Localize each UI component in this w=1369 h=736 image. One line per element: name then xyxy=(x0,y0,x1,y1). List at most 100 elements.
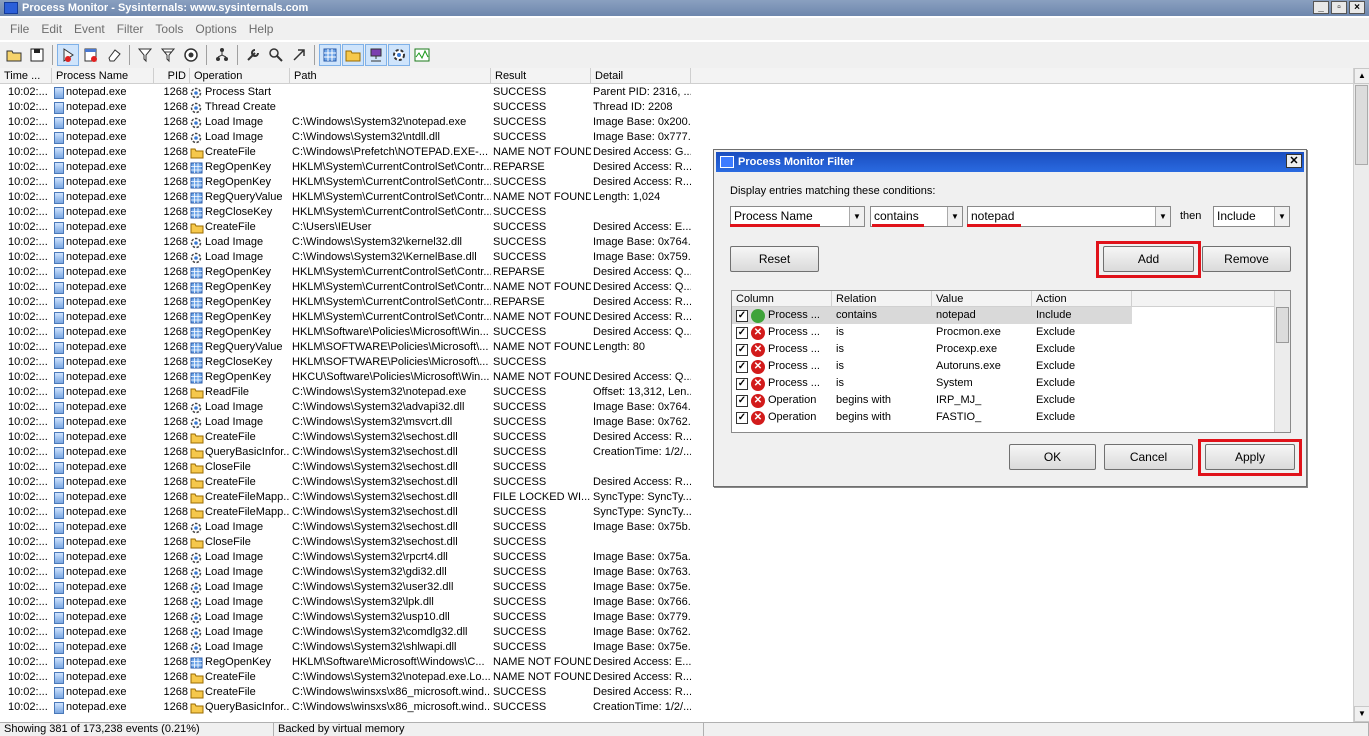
process-activity-icon xyxy=(190,237,204,249)
action-select[interactable]: Include ▼ xyxy=(1213,206,1290,227)
rule-enabled-checkbox[interactable]: ✓ xyxy=(736,309,748,322)
network-activity-icon[interactable] xyxy=(365,44,387,66)
close-icon[interactable]: ✕ xyxy=(1286,154,1302,168)
open-icon[interactable] xyxy=(3,44,25,66)
rule-enabled-checkbox[interactable]: ✓ xyxy=(736,394,748,407)
rule-enabled-checkbox[interactable]: ✓ xyxy=(736,343,748,356)
event-time: 10:02:... xyxy=(8,611,48,623)
autoscroll-icon[interactable] xyxy=(80,44,102,66)
profiling-activity-icon[interactable] xyxy=(411,44,433,66)
close-window-button[interactable]: × xyxy=(1349,1,1365,14)
event-row[interactable]: 10:02:... notepad.exe 1268 Load Image C:\Win… xyxy=(0,580,1353,595)
process-icon xyxy=(54,101,64,114)
filter-rule-row[interactable]: ✓ ✕ Process ... is Procmon.exe Exclude xyxy=(732,324,1290,341)
column-header-process-name[interactable]: Process Name xyxy=(52,68,154,83)
filter-rule-row[interactable]: ✓ Process ... contains notepad Include xyxy=(732,307,1132,324)
column-header-detail[interactable]: Detail xyxy=(591,68,691,83)
save-icon[interactable] xyxy=(26,44,48,66)
rules-header-relation[interactable]: Relation xyxy=(832,291,932,306)
reset-button[interactable]: Reset xyxy=(730,246,819,272)
event-row[interactable]: 10:02:... notepad.exe 1268 Load Image C:\Win… xyxy=(0,565,1353,580)
scroll-down-arrow-icon[interactable]: ▼ xyxy=(1354,706,1369,722)
restore-button[interactable]: ▫ xyxy=(1331,1,1347,14)
scroll-thumb[interactable] xyxy=(1355,85,1368,165)
include-process-icon[interactable] xyxy=(180,44,202,66)
event-row[interactable]: 10:02:... notepad.exe 1268 RegOpenKey HKLM\S… xyxy=(0,655,1353,670)
process-activity-icon[interactable] xyxy=(388,44,410,66)
status-empty-pane xyxy=(704,723,1369,736)
event-process-name: notepad.exe xyxy=(66,386,127,398)
filter-rule-row[interactable]: ✓ ✕ Process ... is Autoruns.exe Exclude xyxy=(732,358,1290,375)
event-row[interactable]: 10:02:... notepad.exe 1268 Load Image C:\Win… xyxy=(0,520,1353,535)
event-operation-label: CreateFileMapp... xyxy=(205,491,290,503)
event-row[interactable]: 10:02:... notepad.exe 1268 CreateFile C:\Win… xyxy=(0,685,1353,700)
filter-rule-row[interactable]: ✓ ✕ Operation begins with FASTIO_ Exclude xyxy=(732,409,1290,426)
filter-rule-row[interactable]: ✓ ✕ Operation begins with IRP_MJ_ Exclude xyxy=(732,392,1290,409)
menu-file[interactable]: File xyxy=(4,22,35,36)
filter-rule-row[interactable]: ✓ ✕ Process ... is System Exclude xyxy=(732,375,1290,392)
event-row[interactable]: 10:02:... notepad.exe 1268 Load Image C:\Win… xyxy=(0,550,1353,565)
event-process-name: notepad.exe xyxy=(66,311,127,323)
menu-edit[interactable]: Edit xyxy=(35,22,68,36)
add-button[interactable]: Add xyxy=(1103,246,1194,272)
column-header-result[interactable]: Result xyxy=(491,68,591,83)
event-operation: Load Image xyxy=(190,115,290,130)
scroll-up-arrow-icon[interactable]: ▲ xyxy=(1354,68,1369,84)
rules-header-value[interactable]: Value xyxy=(932,291,1032,306)
event-row[interactable]: 10:02:... notepad.exe 1268 Load Image C:\Win… xyxy=(0,610,1353,625)
column-header-pid[interactable]: PID xyxy=(154,68,190,83)
process-icon xyxy=(54,251,64,264)
properties-icon[interactable] xyxy=(242,44,264,66)
menu-tools[interactable]: Tools xyxy=(149,22,189,36)
highlight-icon[interactable] xyxy=(157,44,179,66)
menu-event[interactable]: Event xyxy=(68,22,111,36)
filter-rules-scrollbar[interactable] xyxy=(1274,291,1290,432)
rule-enabled-checkbox[interactable]: ✓ xyxy=(736,360,748,373)
filter-dialog-title-bar: Process Monitor Filter ✕ xyxy=(716,152,1304,172)
event-row[interactable]: 10:02:... notepad.exe 1268 Load Image C:\Win… xyxy=(0,640,1353,655)
event-process-name: notepad.exe xyxy=(66,536,127,548)
filter-icon[interactable] xyxy=(134,44,156,66)
event-list-scrollbar[interactable]: ▲ ▼ xyxy=(1353,68,1369,722)
rule-enabled-checkbox[interactable]: ✓ xyxy=(736,377,748,390)
event-row[interactable]: 10:02:... notepad.exe 1268 Thread Create SUC… xyxy=(0,100,1353,115)
remove-button[interactable]: Remove xyxy=(1202,246,1291,272)
scroll-thumb[interactable] xyxy=(1276,307,1289,343)
menu-help[interactable]: Help xyxy=(243,22,280,36)
file-activity-icon[interactable] xyxy=(342,44,364,66)
event-row[interactable]: 10:02:... notepad.exe 1268 Load Image C:\Win… xyxy=(0,595,1353,610)
column-header-path[interactable]: Path xyxy=(290,68,491,83)
event-row[interactable]: 10:02:... notepad.exe 1268 QueryBasicInfor.… xyxy=(0,700,1353,715)
column-header-time[interactable]: Time ... xyxy=(0,68,52,83)
event-row[interactable]: 10:02:... notepad.exe 1268 Load Image C:\Win… xyxy=(0,625,1353,640)
process-icon xyxy=(54,626,64,639)
clear-icon[interactable] xyxy=(103,44,125,66)
cancel-button[interactable]: Cancel xyxy=(1104,444,1193,470)
event-row[interactable]: 10:02:... notepad.exe 1268 Load Image C:\Win… xyxy=(0,115,1353,130)
rule-enabled-checkbox[interactable]: ✓ xyxy=(736,411,748,424)
ok-button[interactable]: OK xyxy=(1009,444,1096,470)
event-row[interactable]: 10:02:... notepad.exe 1268 Process Start SUC… xyxy=(0,85,1353,100)
rule-action: Exclude xyxy=(1036,343,1076,355)
event-row[interactable]: 10:02:... notepad.exe 1268 Load Image C:\Win… xyxy=(0,130,1353,145)
jump-icon[interactable] xyxy=(288,44,310,66)
apply-button[interactable]: Apply xyxy=(1205,444,1295,470)
event-row[interactable]: 10:02:... notepad.exe 1268 CreateFile C:\Win… xyxy=(0,670,1353,685)
menu-options[interactable]: Options xyxy=(189,22,242,36)
event-row[interactable]: 10:02:... notepad.exe 1268 CloseFile C:\Wind… xyxy=(0,535,1353,550)
registry-activity-icon[interactable] xyxy=(319,44,341,66)
process-tree-icon[interactable] xyxy=(211,44,233,66)
filter-rules-list[interactable]: Column Relation Value Action ✓ Process ..… xyxy=(731,290,1291,433)
capture-icon[interactable] xyxy=(57,44,79,66)
event-row[interactable]: 10:02:... notepad.exe 1268 CreateFileMapp..… xyxy=(0,490,1353,505)
menu-filter[interactable]: Filter xyxy=(111,22,150,36)
filter-rule-row[interactable]: ✓ ✕ Process ... is Procexp.exe Exclude xyxy=(732,341,1290,358)
rules-header-column[interactable]: Column xyxy=(732,291,832,306)
event-row[interactable]: 10:02:... notepad.exe 1268 CreateFileMapp..… xyxy=(0,505,1353,520)
minimize-button[interactable]: _ xyxy=(1313,1,1329,14)
rule-enabled-checkbox[interactable]: ✓ xyxy=(736,326,748,339)
find-icon[interactable] xyxy=(265,44,287,66)
rules-header-action[interactable]: Action xyxy=(1032,291,1132,306)
column-header-operation[interactable]: Operation xyxy=(190,68,290,83)
event-operation: ReadFile xyxy=(190,385,290,400)
